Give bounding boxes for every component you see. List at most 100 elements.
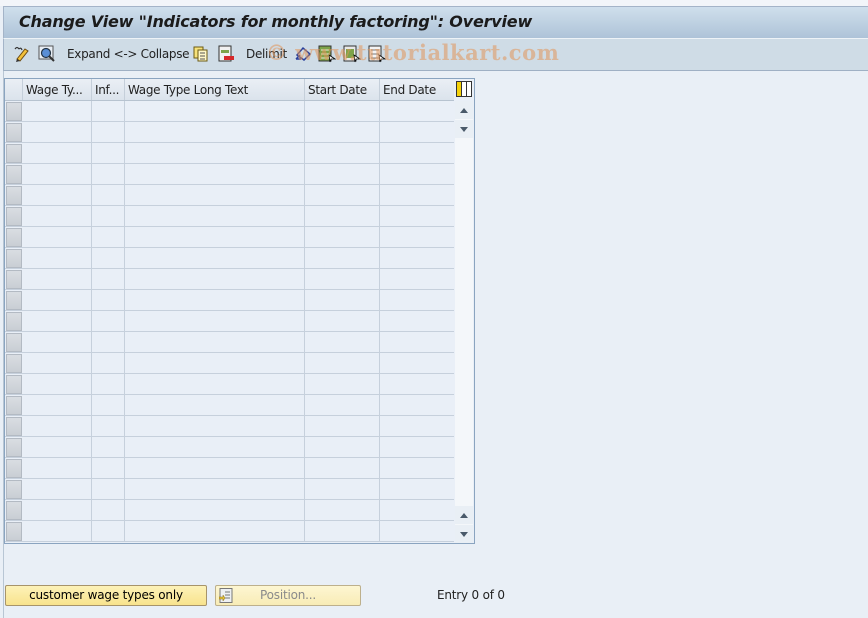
table-cell-inf[interactable] [92, 374, 125, 395]
table-cell-inf[interactable] [92, 479, 125, 500]
table-cell-inf[interactable] [92, 143, 125, 164]
row-selector[interactable] [6, 396, 22, 415]
table-cell-start-date[interactable] [305, 521, 380, 542]
table-row[interactable] [5, 332, 454, 353]
table-cell-start-date[interactable] [305, 332, 380, 353]
scroll-page-down-button[interactable] [455, 525, 473, 543]
table-row[interactable] [5, 248, 454, 269]
table-cell-inf[interactable] [92, 500, 125, 521]
table-cell-start-date[interactable] [305, 416, 380, 437]
delete-button[interactable] [217, 45, 235, 63]
table-row[interactable] [5, 500, 454, 521]
table-cell-inf[interactable] [92, 290, 125, 311]
row-selector[interactable] [6, 501, 22, 520]
table-cell-long-text[interactable] [125, 122, 305, 143]
row-selector[interactable] [6, 375, 22, 394]
row-selector[interactable] [6, 102, 22, 121]
table-cell-end-date[interactable] [380, 269, 454, 290]
column-header-end-date[interactable]: End Date [380, 79, 454, 100]
table-cell-end-date[interactable] [380, 479, 454, 500]
table-cell-wage-type[interactable] [23, 122, 92, 143]
table-cell-start-date[interactable] [305, 101, 380, 122]
table-cell-start-date[interactable] [305, 269, 380, 290]
table-cell-end-date[interactable] [380, 143, 454, 164]
table-cell-start-date[interactable] [305, 353, 380, 374]
table-cell-end-date[interactable] [380, 458, 454, 479]
table-cell-inf[interactable] [92, 458, 125, 479]
table-cell-long-text[interactable] [125, 500, 305, 521]
table-cell-end-date[interactable] [380, 185, 454, 206]
table-row[interactable] [5, 269, 454, 290]
table-cell-wage-type[interactable] [23, 185, 92, 206]
table-cell-long-text[interactable] [125, 185, 305, 206]
table-cell-long-text[interactable] [125, 290, 305, 311]
table-cell-wage-type[interactable] [23, 437, 92, 458]
table-cell-end-date[interactable] [380, 290, 454, 311]
row-selector[interactable] [6, 186, 22, 205]
table-cell-inf[interactable] [92, 395, 125, 416]
copy-as-button[interactable] [192, 45, 210, 63]
table-cell-inf[interactable] [92, 311, 125, 332]
table-cell-start-date[interactable] [305, 206, 380, 227]
column-header-inf[interactable]: Inf... [92, 79, 125, 100]
table-cell-long-text[interactable] [125, 395, 305, 416]
table-cell-start-date[interactable] [305, 311, 380, 332]
table-cell-end-date[interactable] [380, 206, 454, 227]
select-all-button[interactable] [318, 45, 336, 63]
row-selector[interactable] [6, 291, 22, 310]
table-cell-start-date[interactable] [305, 500, 380, 521]
table-cell-inf[interactable] [92, 122, 125, 143]
table-cell-long-text[interactable] [125, 164, 305, 185]
table-cell-long-text[interactable] [125, 143, 305, 164]
table-cell-end-date[interactable] [380, 416, 454, 437]
row-selector[interactable] [6, 480, 22, 499]
table-cell-long-text[interactable] [125, 374, 305, 395]
table-row[interactable] [5, 164, 454, 185]
select-all-rows-cell[interactable] [5, 79, 23, 100]
table-row[interactable] [5, 479, 454, 500]
table-cell-long-text[interactable] [125, 269, 305, 290]
table-cell-wage-type[interactable] [23, 290, 92, 311]
table-cell-start-date[interactable] [305, 458, 380, 479]
table-row[interactable] [5, 437, 454, 458]
table-cell-end-date[interactable] [380, 374, 454, 395]
row-selector[interactable] [6, 165, 22, 184]
table-cell-long-text[interactable] [125, 521, 305, 542]
table-cell-end-date[interactable] [380, 122, 454, 143]
table-cell-end-date[interactable] [380, 500, 454, 521]
table-cell-end-date[interactable] [380, 101, 454, 122]
row-selector[interactable] [6, 228, 22, 247]
table-cell-end-date[interactable] [380, 332, 454, 353]
table-cell-wage-type[interactable] [23, 500, 92, 521]
table-row[interactable] [5, 311, 454, 332]
table-cell-start-date[interactable] [305, 248, 380, 269]
display-change-button[interactable] [14, 45, 32, 63]
table-cell-inf[interactable] [92, 248, 125, 269]
table-row[interactable] [5, 227, 454, 248]
table-cell-inf[interactable] [92, 206, 125, 227]
table-cell-wage-type[interactable] [23, 332, 92, 353]
table-cell-inf[interactable] [92, 416, 125, 437]
table-row[interactable] [5, 416, 454, 437]
table-cell-wage-type[interactable] [23, 374, 92, 395]
table-cell-long-text[interactable] [125, 437, 305, 458]
table-cell-wage-type[interactable] [23, 269, 92, 290]
table-cell-inf[interactable] [92, 269, 125, 290]
row-selector[interactable] [6, 333, 22, 352]
table-cell-long-text[interactable] [125, 353, 305, 374]
table-row[interactable] [5, 353, 454, 374]
table-cell-wage-type[interactable] [23, 227, 92, 248]
row-selector[interactable] [6, 249, 22, 268]
table-cell-inf[interactable] [92, 332, 125, 353]
table-cell-wage-type[interactable] [23, 479, 92, 500]
row-selector[interactable] [6, 123, 22, 142]
table-cell-wage-type[interactable] [23, 206, 92, 227]
table-cell-start-date[interactable] [305, 479, 380, 500]
table-cell-inf[interactable] [92, 101, 125, 122]
table-cell-start-date[interactable] [305, 227, 380, 248]
table-cell-start-date[interactable] [305, 395, 380, 416]
table-row[interactable] [5, 143, 454, 164]
table-cell-wage-type[interactable] [23, 311, 92, 332]
table-cell-long-text[interactable] [125, 248, 305, 269]
table-settings-button[interactable] [456, 81, 472, 97]
